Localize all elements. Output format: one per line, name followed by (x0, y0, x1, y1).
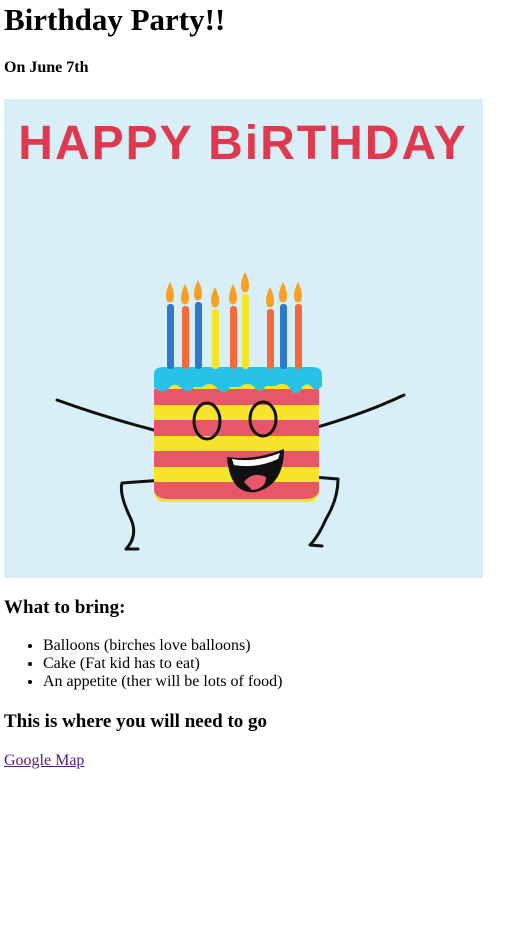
candle-flame (166, 282, 174, 303)
candle (167, 304, 174, 369)
list-item: An appetite (ther will be lots of food) (43, 673, 283, 691)
list-item: Balloons (birches love balloons) (43, 637, 283, 655)
left-arm (55, 398, 156, 432)
candle (280, 304, 287, 369)
page-title: Birthday Party!! (4, 2, 226, 37)
event-date: On June 7th (4, 59, 89, 76)
directions-heading: This is where you will need to go (4, 711, 268, 732)
candle (267, 309, 274, 369)
candles (166, 272, 302, 369)
candle (230, 306, 237, 369)
candle (295, 304, 302, 369)
candle (212, 309, 219, 369)
candle-flame (211, 287, 219, 308)
bring-list: Balloons (birches love balloons) Cake (F… (4, 637, 283, 691)
list-item: Cake (Fat kid has to eat) (43, 655, 283, 673)
candle-flame (294, 282, 302, 303)
candle (182, 306, 189, 369)
candle-flame (279, 282, 287, 303)
page: Birthday Party!! On June 7th HAPPY BiRTH… (0, 0, 518, 937)
birthday-cake-illustration: HAPPY BiRTHDAY (18, 117, 467, 551)
candle (242, 294, 249, 369)
candle-flame (266, 287, 274, 308)
google-map-link[interactable]: Google Map (4, 751, 84, 771)
candle-flame (194, 280, 202, 301)
candle (195, 302, 202, 369)
banner-text: HAPPY BiRTHDAY (18, 117, 467, 170)
bring-heading: What to bring: (4, 597, 126, 618)
candle-flame (241, 272, 249, 293)
candle-flame (229, 284, 237, 305)
right-arm (305, 393, 406, 432)
candle-flame (181, 284, 189, 305)
birthday-card-image: HAPPY BiRTHDAY (4, 99, 483, 578)
